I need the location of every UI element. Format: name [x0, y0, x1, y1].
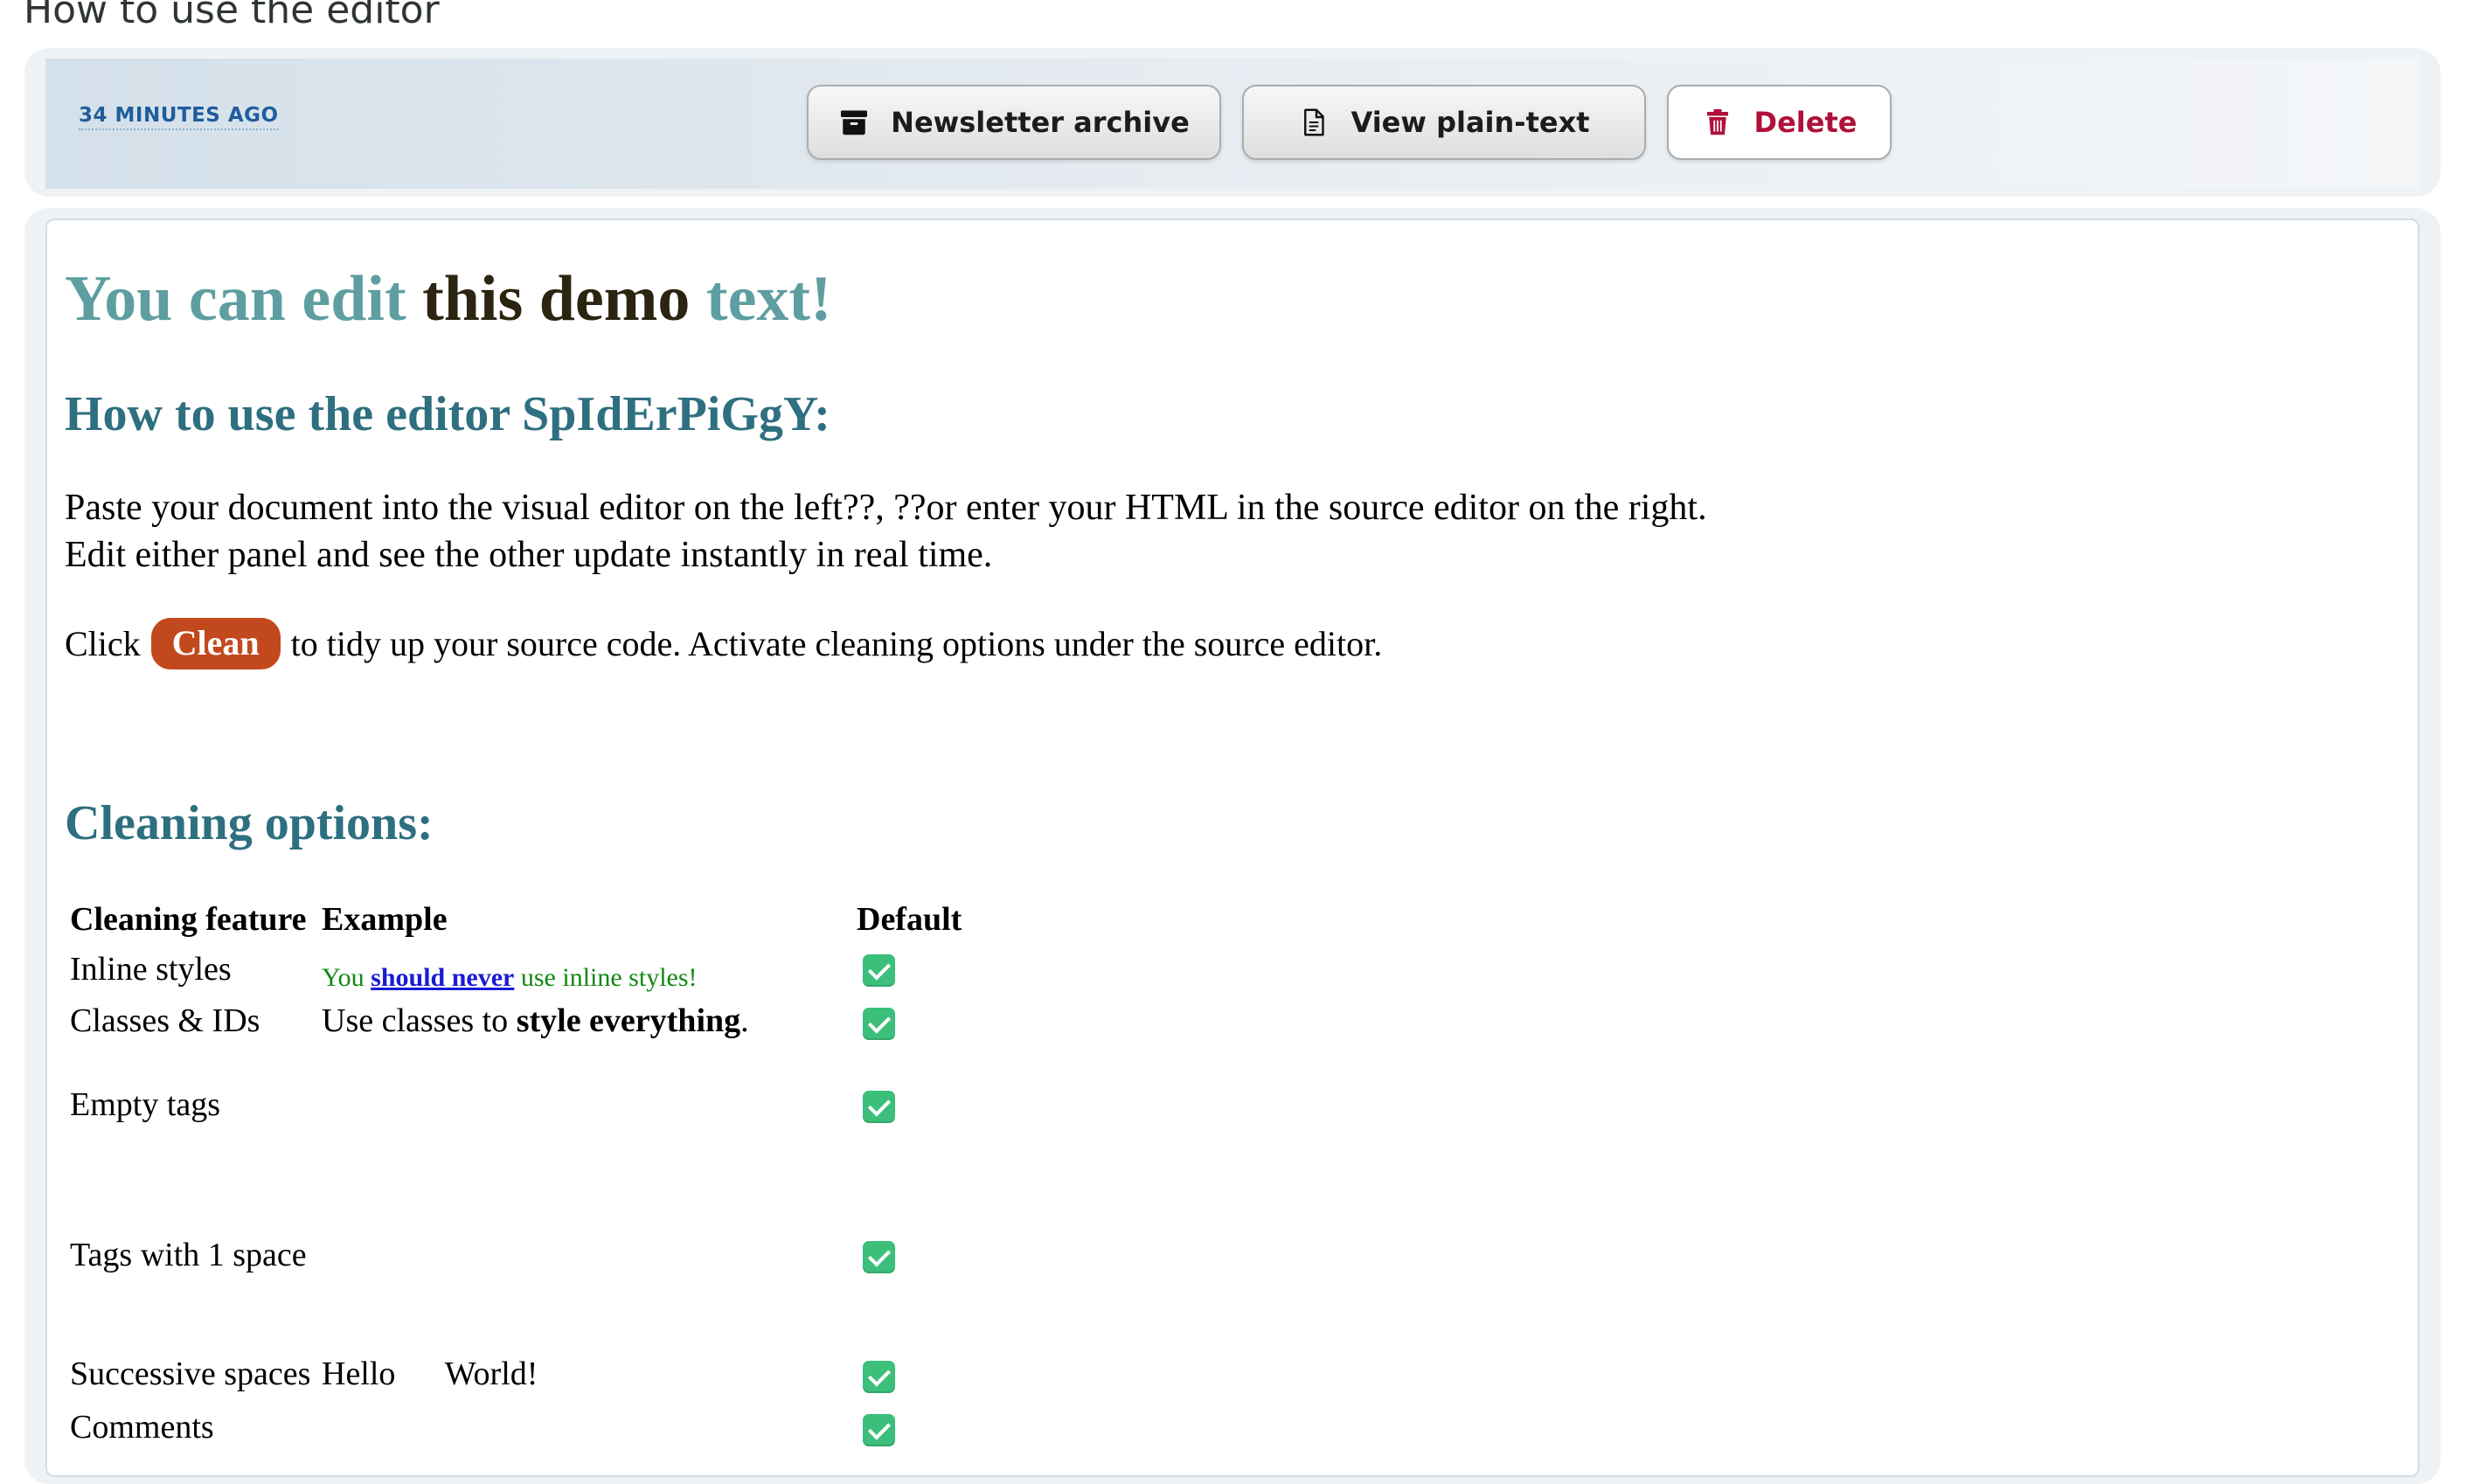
- row-example-successive-spaces: Hello World!: [322, 1356, 538, 1392]
- inline-example-pre: You: [322, 963, 371, 992]
- editor-content[interactable]: You can edit this demo text! How to use …: [45, 218, 2420, 1477]
- classes-example-pre: Use classes to: [322, 1002, 517, 1039]
- checkbox-checked-icon: [863, 1008, 895, 1040]
- checkbox-checked-icon: [863, 1241, 895, 1273]
- view-plain-text-label: View plain-text: [1351, 106, 1590, 139]
- title-part-3: text!: [690, 263, 832, 335]
- intro-paragraph: Paste your document into the visual edit…: [65, 484, 1707, 579]
- trash-icon: [1706, 109, 1728, 135]
- delete-label: Delete: [1753, 106, 1857, 139]
- clean-instruction: Click Clean to tidy up your source code.…: [65, 618, 1382, 669]
- row-feature-tags-one-space: Tags with 1 space: [70, 1237, 307, 1273]
- classes-example-post: .: [740, 1002, 749, 1039]
- checkbox-checked-icon: [863, 954, 895, 987]
- title-part-2: this demo: [422, 263, 691, 335]
- demo-title: You can edit this demo text!: [65, 262, 832, 336]
- archive-box-icon: [841, 110, 868, 135]
- newsletter-archive-label: Newsletter archive: [891, 106, 1190, 139]
- row-example-inline-styles: You should never use inline styles!: [322, 956, 698, 995]
- click-prefix: Click: [65, 624, 141, 663]
- page-title: How to use the editor: [24, 0, 440, 32]
- checkbox-checked-icon: [863, 1414, 895, 1446]
- row-feature-classes-ids: Classes & IDs: [70, 1002, 260, 1039]
- column-header-default: Default: [857, 901, 962, 938]
- delete-button[interactable]: Delete: [1667, 85, 1892, 160]
- document-text-icon: [1304, 108, 1325, 136]
- checkbox-checked-icon: [863, 1091, 895, 1123]
- cleaning-options-heading: Cleaning options:: [65, 796, 434, 850]
- column-header-feature: Cleaning feature: [70, 901, 307, 938]
- row-feature-comments: Comments: [70, 1409, 214, 1446]
- column-header-example: Example: [322, 901, 448, 938]
- editor-subtitle: How to use the editor SpIdErPiGgY:: [65, 387, 830, 441]
- message-toolbar: 34 MINUTES AGO Newsletter archive View p…: [45, 59, 2420, 189]
- intro-line-1: Paste your document into the visual edit…: [65, 488, 1707, 528]
- clean-button[interactable]: Clean: [150, 618, 281, 669]
- title-part-1: You can edit: [65, 263, 423, 335]
- row-feature-empty-tags: Empty tags: [70, 1086, 221, 1123]
- click-suffix: to tidy up your source code. Activate cl…: [290, 624, 1383, 663]
- row-feature-successive-spaces: Successive spaces: [70, 1356, 311, 1392]
- inline-example-link[interactable]: should never: [371, 963, 514, 992]
- checkbox-checked-icon: [863, 1361, 895, 1393]
- timestamp-link[interactable]: 34 MINUTES AGO: [79, 104, 279, 130]
- intro-line-2: Edit either panel and see the other upda…: [65, 535, 993, 575]
- newsletter-archive-button[interactable]: Newsletter archive: [807, 85, 1221, 160]
- view-plain-text-button[interactable]: View plain-text: [1242, 85, 1646, 160]
- classes-example-bold: style everything: [516, 1002, 741, 1039]
- row-feature-inline-styles: Inline styles: [70, 951, 232, 988]
- inline-example-post: use inline styles!: [514, 963, 698, 992]
- row-example-classes-ids: Use classes to style everything.: [322, 1002, 749, 1040]
